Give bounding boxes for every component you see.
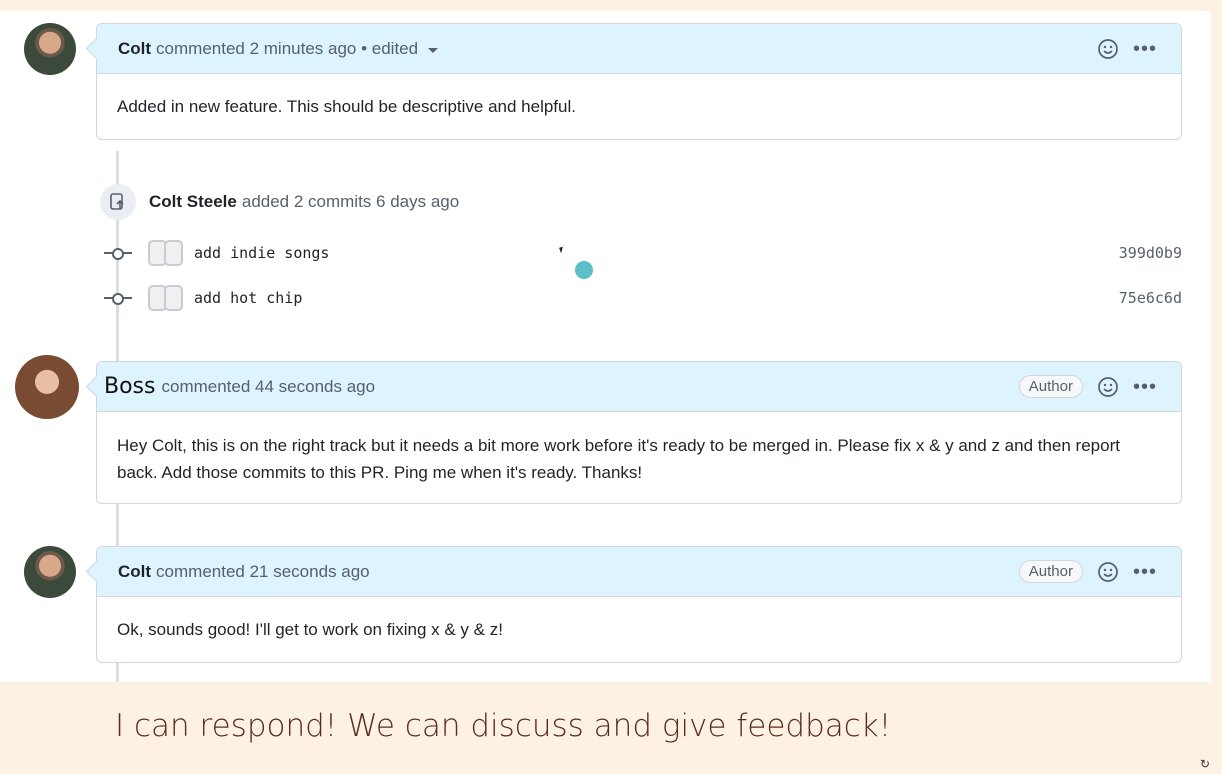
comment-body: Hey Colt, this is on the right track but… xyxy=(117,436,1120,482)
smiley-icon[interactable] xyxy=(1097,561,1119,583)
comment-header: Colt commented 2 minutes ago • edited ••… xyxy=(97,24,1181,74)
more-options-icon[interactable]: ••• xyxy=(1133,377,1157,397)
comment-card: Colt commented 21 seconds ago Author •••… xyxy=(96,546,1182,663)
comment-author[interactable]: Colt xyxy=(118,39,151,59)
github-avatar-icon xyxy=(148,285,186,311)
avatar-boss[interactable] xyxy=(15,355,79,419)
author-badge: Author xyxy=(1018,375,1083,398)
replay-icon[interactable]: ↻ xyxy=(1200,757,1210,771)
comment-card: Boss commented 44 seconds ago Author •••… xyxy=(96,361,1182,504)
comment-meta[interactable]: commented 21 seconds ago xyxy=(156,562,370,582)
comment-header: Colt commented 21 seconds ago Author ••• xyxy=(97,547,1181,597)
commit-message[interactable]: add hot chip xyxy=(194,289,302,307)
commit-icon xyxy=(104,291,132,305)
commit-icon xyxy=(104,246,132,260)
comment-body: Added in new feature. This should be des… xyxy=(117,97,576,116)
github-avatar-icon xyxy=(148,240,186,266)
comment-meta[interactable]: commented 2 minutes ago • edited xyxy=(156,39,418,59)
commit-row[interactable]: add indie songs 399d0b9 xyxy=(104,238,1182,268)
event-text: added 2 commits 6 days ago xyxy=(241,192,460,211)
commit-sha[interactable]: 75e6c6d xyxy=(1119,289,1182,307)
commit-row[interactable]: add hot chip 75e6c6d xyxy=(104,283,1182,313)
comment-meta[interactable]: commented 44 seconds ago xyxy=(161,377,375,397)
more-options-icon[interactable]: ••• xyxy=(1133,562,1157,582)
commit-message[interactable]: add indie songs xyxy=(194,244,329,262)
event-actor[interactable]: Colt Steele xyxy=(149,192,237,212)
comment-author[interactable]: Colt xyxy=(118,562,151,582)
smiley-icon[interactable] xyxy=(1097,38,1119,60)
comment-header: Boss commented 44 seconds ago Author ••• xyxy=(97,362,1181,412)
cursor-highlight xyxy=(575,261,593,279)
comment-author[interactable]: Boss xyxy=(104,374,155,399)
comment-card: Colt commented 2 minutes ago • edited ••… xyxy=(96,23,1182,140)
commit-sha[interactable]: 399d0b9 xyxy=(1119,244,1182,262)
comment-body: Ok, sounds good! I'll get to work on fix… xyxy=(117,620,503,639)
push-icon xyxy=(100,184,136,220)
author-badge: Author xyxy=(1018,560,1083,583)
avatar-colt[interactable] xyxy=(24,23,76,75)
commits-event: Colt Steele added 2 commits 6 days ago xyxy=(100,184,459,220)
avatar-colt[interactable] xyxy=(24,546,76,598)
chevron-down-icon[interactable] xyxy=(428,47,439,53)
slide-caption: I can respond! We can discuss and give f… xyxy=(115,708,892,744)
more-options-icon[interactable]: ••• xyxy=(1133,39,1157,59)
smiley-icon[interactable] xyxy=(1097,376,1119,398)
